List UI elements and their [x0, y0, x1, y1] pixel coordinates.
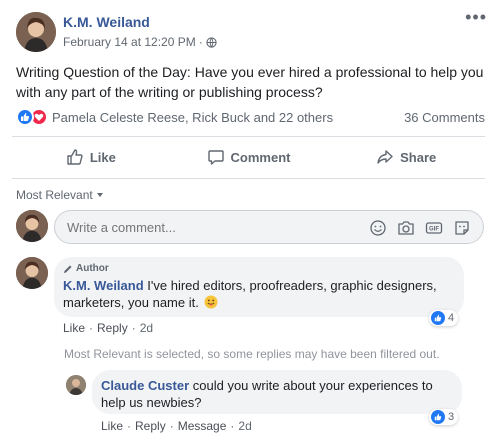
like-reaction-icon [431, 311, 445, 325]
share-button[interactable]: Share [327, 140, 485, 174]
author-badge: Author [63, 263, 109, 274]
comment-reply-link[interactable]: Reply [97, 321, 128, 335]
tongue-out-emoji-icon [204, 295, 218, 309]
chevron-down-icon [96, 193, 103, 197]
share-label: Share [400, 149, 437, 165]
comment-count[interactable]: 36 Comments [404, 110, 485, 125]
divider [12, 136, 485, 137]
like-label: Like [89, 149, 116, 165]
commenter-name[interactable]: K.M. Weiland [63, 278, 144, 293]
comment-text-block: K.M. Weiland I've hired editors, proofre… [63, 277, 458, 311]
share-icon [377, 150, 393, 164]
like-count-value: 4 [448, 312, 455, 324]
post-meta: February 14 at 12:20 PM · [63, 35, 217, 49]
current-user-avatar[interactable] [16, 210, 48, 242]
comment-like-link[interactable]: Like [63, 321, 85, 335]
author-avatar[interactable] [16, 12, 56, 52]
pencil-icon [64, 265, 72, 273]
comment-input[interactable] [67, 220, 347, 235]
comment-sort-dropdown[interactable]: Most Relevant [16, 188, 103, 202]
reply-time[interactable]: 2d [238, 419, 251, 433]
composer-icons: GIF [369, 219, 471, 237]
reply-author-name[interactable]: Claude Custer [101, 378, 189, 393]
thumbs-up-icon [67, 149, 83, 165]
dot-separator: · [230, 419, 235, 433]
camera-icon[interactable] [397, 219, 415, 237]
comment-actions: Like · Reply · 2d [63, 321, 153, 335]
globe-icon[interactable] [206, 36, 217, 48]
post-author-name[interactable]: K.M. Weiland [63, 14, 150, 30]
sort-label: Most Relevant [16, 188, 93, 202]
like-reaction-icon [16, 108, 34, 126]
reactors-list[interactable]: Pamela Celeste Reese, Rick Buck and 22 o… [52, 110, 333, 125]
meta-separator: · [198, 35, 203, 49]
filter-notice: Most Relevant is selected, so some repli… [64, 347, 440, 361]
reply-bubble: Claude Custer could you write about your… [92, 370, 462, 414]
like-count-value: 3 [448, 411, 455, 423]
comment-label: Comment [230, 149, 291, 165]
comment-composer: GIF [54, 210, 484, 244]
like-button[interactable]: Like [12, 140, 170, 174]
comment-button[interactable]: Comment [170, 140, 328, 174]
reply-like-count[interactable]: 3 [429, 409, 459, 425]
reply-message-link[interactable]: Message [178, 419, 227, 433]
emoji-icon[interactable] [369, 219, 387, 237]
reactions-summary[interactable]: Pamela Celeste Reese, Rick Buck and 22 o… [16, 108, 333, 126]
post-date[interactable]: February 14 at 12:20 PM [63, 35, 196, 49]
facebook-post: K.M. Weiland February 14 at 12:20 PM · •… [0, 0, 497, 440]
dot-separator: · [89, 321, 94, 335]
gif-icon[interactable]: GIF [425, 219, 443, 237]
dot-separator: · [131, 321, 136, 335]
like-reaction-icon [431, 410, 445, 424]
comment-icon [207, 150, 224, 165]
commenter-avatar[interactable] [16, 257, 48, 289]
post-text: Writing Question of the Day: Have you ev… [16, 64, 484, 100]
more-options-icon[interactable]: ••• [465, 8, 487, 26]
divider [12, 178, 485, 179]
comment-like-count[interactable]: 4 [429, 310, 459, 326]
post-action-bar: Like Comment Share [12, 140, 485, 174]
dot-separator: · [127, 419, 132, 433]
reply-text-block: Claude Custer could you write about your… [101, 377, 451, 411]
svg-text:GIF: GIF [429, 227, 439, 233]
comment-time[interactable]: 2d [140, 321, 153, 335]
reply-actions: Like · Reply · Message · 2d [101, 419, 252, 433]
dot-separator: · [169, 419, 174, 433]
author-badge-label: Author [76, 263, 109, 274]
reply-avatar[interactable] [66, 375, 86, 395]
sticker-icon[interactable] [453, 219, 471, 237]
comment-bubble: Author K.M. Weiland I've hired editors, … [54, 257, 464, 317]
reply-like-link[interactable]: Like [101, 419, 123, 433]
reply-reply-link[interactable]: Reply [135, 419, 166, 433]
